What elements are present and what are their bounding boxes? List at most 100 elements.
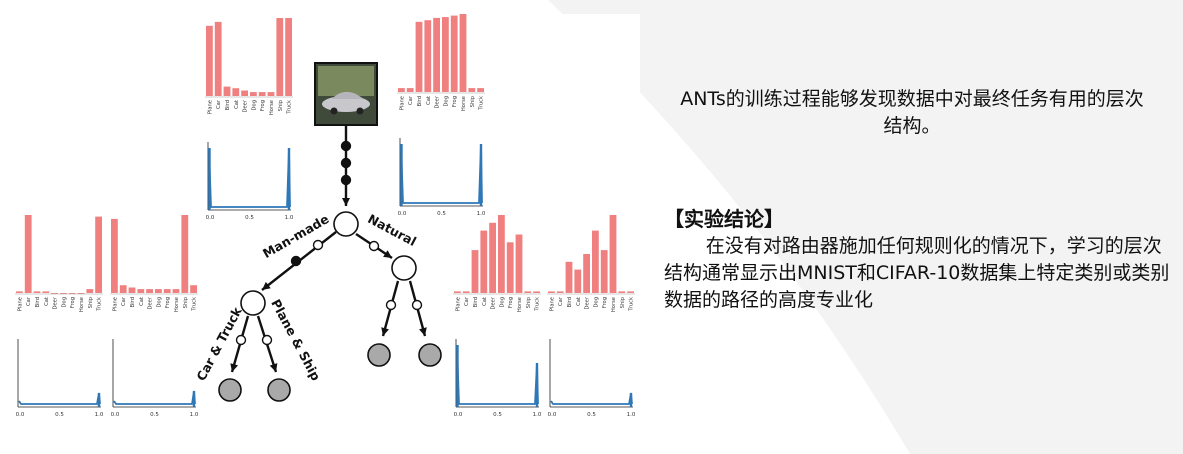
tick-label-dog: Dog bbox=[593, 297, 599, 307]
tick-label-plane: Plane bbox=[455, 297, 461, 311]
bar-deer bbox=[146, 289, 153, 293]
bar-truck bbox=[190, 285, 197, 293]
intro-text: ANTs的训练过程能够发现数据中对最终任务有用的层次结构。 bbox=[680, 88, 1144, 137]
tick-label-deer: Deer bbox=[148, 296, 154, 309]
conclusion-title: 【实验结论】 bbox=[664, 207, 784, 231]
bar-dog bbox=[498, 215, 505, 293]
hist-tick-label: 0.5 bbox=[55, 412, 64, 418]
tick-label-horse: Horse bbox=[174, 297, 180, 312]
bar-dog bbox=[250, 92, 257, 96]
tick-label-plane: Plane bbox=[112, 297, 118, 311]
bar-horse bbox=[609, 215, 617, 293]
bar-dog bbox=[60, 293, 67, 294]
bar-frog bbox=[506, 242, 514, 293]
tick-label-truck: Truck bbox=[97, 297, 103, 312]
bar-truck bbox=[627, 291, 634, 293]
bar-truck bbox=[285, 18, 292, 96]
hist-tick-label: 1.0 bbox=[477, 211, 486, 217]
bar-ship bbox=[618, 291, 626, 293]
tick-label-car: Car bbox=[216, 99, 222, 109]
bar-cat bbox=[137, 289, 145, 293]
car-wheel bbox=[356, 107, 364, 115]
tick-label-frog: Frog bbox=[452, 96, 458, 107]
transformer-dot bbox=[385, 299, 397, 311]
bar-deer bbox=[241, 90, 248, 96]
tick-label-horse: Horse bbox=[611, 297, 617, 312]
car-wheel bbox=[330, 107, 338, 115]
tick-label-bird: Bird bbox=[35, 297, 41, 307]
bar-frog bbox=[68, 293, 76, 294]
bar-dog bbox=[155, 289, 162, 293]
bar-plane bbox=[16, 291, 23, 293]
hist-tick-label: 1.0 bbox=[533, 412, 542, 418]
bar-truck bbox=[477, 88, 484, 92]
hist-tick-label: 0.0 bbox=[548, 412, 557, 418]
hist-tick-label: 0.0 bbox=[454, 412, 463, 418]
tick-label-deer: Deer bbox=[243, 99, 249, 112]
bar-deer bbox=[583, 254, 590, 293]
tick-label-horse: Horse bbox=[517, 297, 523, 312]
bar-frog bbox=[258, 92, 266, 96]
bar-cat bbox=[480, 230, 488, 293]
bar-horse bbox=[515, 234, 523, 293]
leaf-natural-1 bbox=[367, 343, 391, 367]
tick-label-truck: Truck bbox=[535, 297, 541, 312]
leaf-natural-2 bbox=[418, 343, 442, 367]
bar-bird bbox=[33, 291, 41, 293]
hist-tick-label: 0.0 bbox=[398, 211, 407, 217]
tick-label-car: Car bbox=[464, 296, 470, 306]
tick-label-deer: Deer bbox=[435, 95, 441, 108]
tick-label-ship: Ship bbox=[88, 296, 94, 308]
tick-label-bird: Bird bbox=[417, 96, 423, 106]
bar-cat bbox=[574, 269, 582, 293]
bar-frog bbox=[163, 289, 171, 293]
bar-truck bbox=[533, 291, 540, 293]
bar-plane bbox=[206, 25, 213, 96]
tick-label-ship: Ship bbox=[620, 296, 626, 308]
tick-label-bird: Bird bbox=[130, 297, 136, 307]
tick-label-ship: Ship bbox=[183, 296, 189, 308]
tick-label-ship: Ship bbox=[278, 99, 284, 111]
bar-cat bbox=[232, 88, 240, 96]
hist-tick-label: 0.5 bbox=[437, 211, 446, 217]
tick-label-car: Car bbox=[558, 296, 564, 306]
tick-label-horse: Horse bbox=[269, 100, 275, 115]
bar-deer bbox=[51, 293, 58, 294]
bar-deer bbox=[489, 222, 496, 293]
transformer-dot bbox=[312, 239, 324, 251]
tick-label-bird: Bird bbox=[473, 297, 479, 307]
tick-label-car: Car bbox=[121, 296, 127, 306]
root-router-node bbox=[333, 211, 359, 237]
hist-tick-label: 1.0 bbox=[190, 412, 199, 418]
bar-plane bbox=[548, 291, 555, 293]
tick-label-deer: Deer bbox=[53, 296, 59, 309]
bar-car bbox=[214, 21, 222, 96]
bar-bird bbox=[471, 250, 479, 293]
bar-plane bbox=[398, 88, 405, 92]
tick-label-cat: Cat bbox=[576, 297, 582, 306]
transformer-dot bbox=[340, 140, 352, 152]
hist-tick-label: 1.0 bbox=[627, 412, 636, 418]
tick-label-deer: Deer bbox=[585, 296, 591, 309]
tick-label-dog: Dog bbox=[443, 96, 449, 106]
tick-label-car: Car bbox=[26, 296, 32, 306]
bar-bird bbox=[223, 86, 231, 96]
bar-dog bbox=[442, 17, 449, 93]
tick-label-truck: Truck bbox=[287, 100, 293, 115]
hist-tick-label: 0.5 bbox=[245, 215, 254, 221]
bar-plane bbox=[111, 218, 118, 293]
leaf-plane-ship bbox=[267, 378, 291, 402]
hist-tick-label: 0.0 bbox=[206, 215, 215, 221]
bar-frog bbox=[450, 15, 458, 93]
tick-label-car: Car bbox=[408, 95, 414, 105]
tick-label-frog: Frog bbox=[260, 100, 266, 111]
tick-label-bird: Bird bbox=[225, 100, 231, 110]
ant-hierarchy-figure: Plane Car Bird Cat Deer Dog Frog Horse Ship Truck… bbox=[8, 14, 640, 422]
bar-car bbox=[462, 291, 470, 293]
bar-bird bbox=[565, 261, 573, 293]
tick-label-plane: Plane bbox=[207, 100, 213, 114]
tick-label-frog: Frog bbox=[70, 297, 76, 308]
transformer-dot bbox=[340, 174, 352, 186]
tick-label-plane: Plane bbox=[17, 297, 23, 311]
bar-bird bbox=[128, 287, 136, 293]
